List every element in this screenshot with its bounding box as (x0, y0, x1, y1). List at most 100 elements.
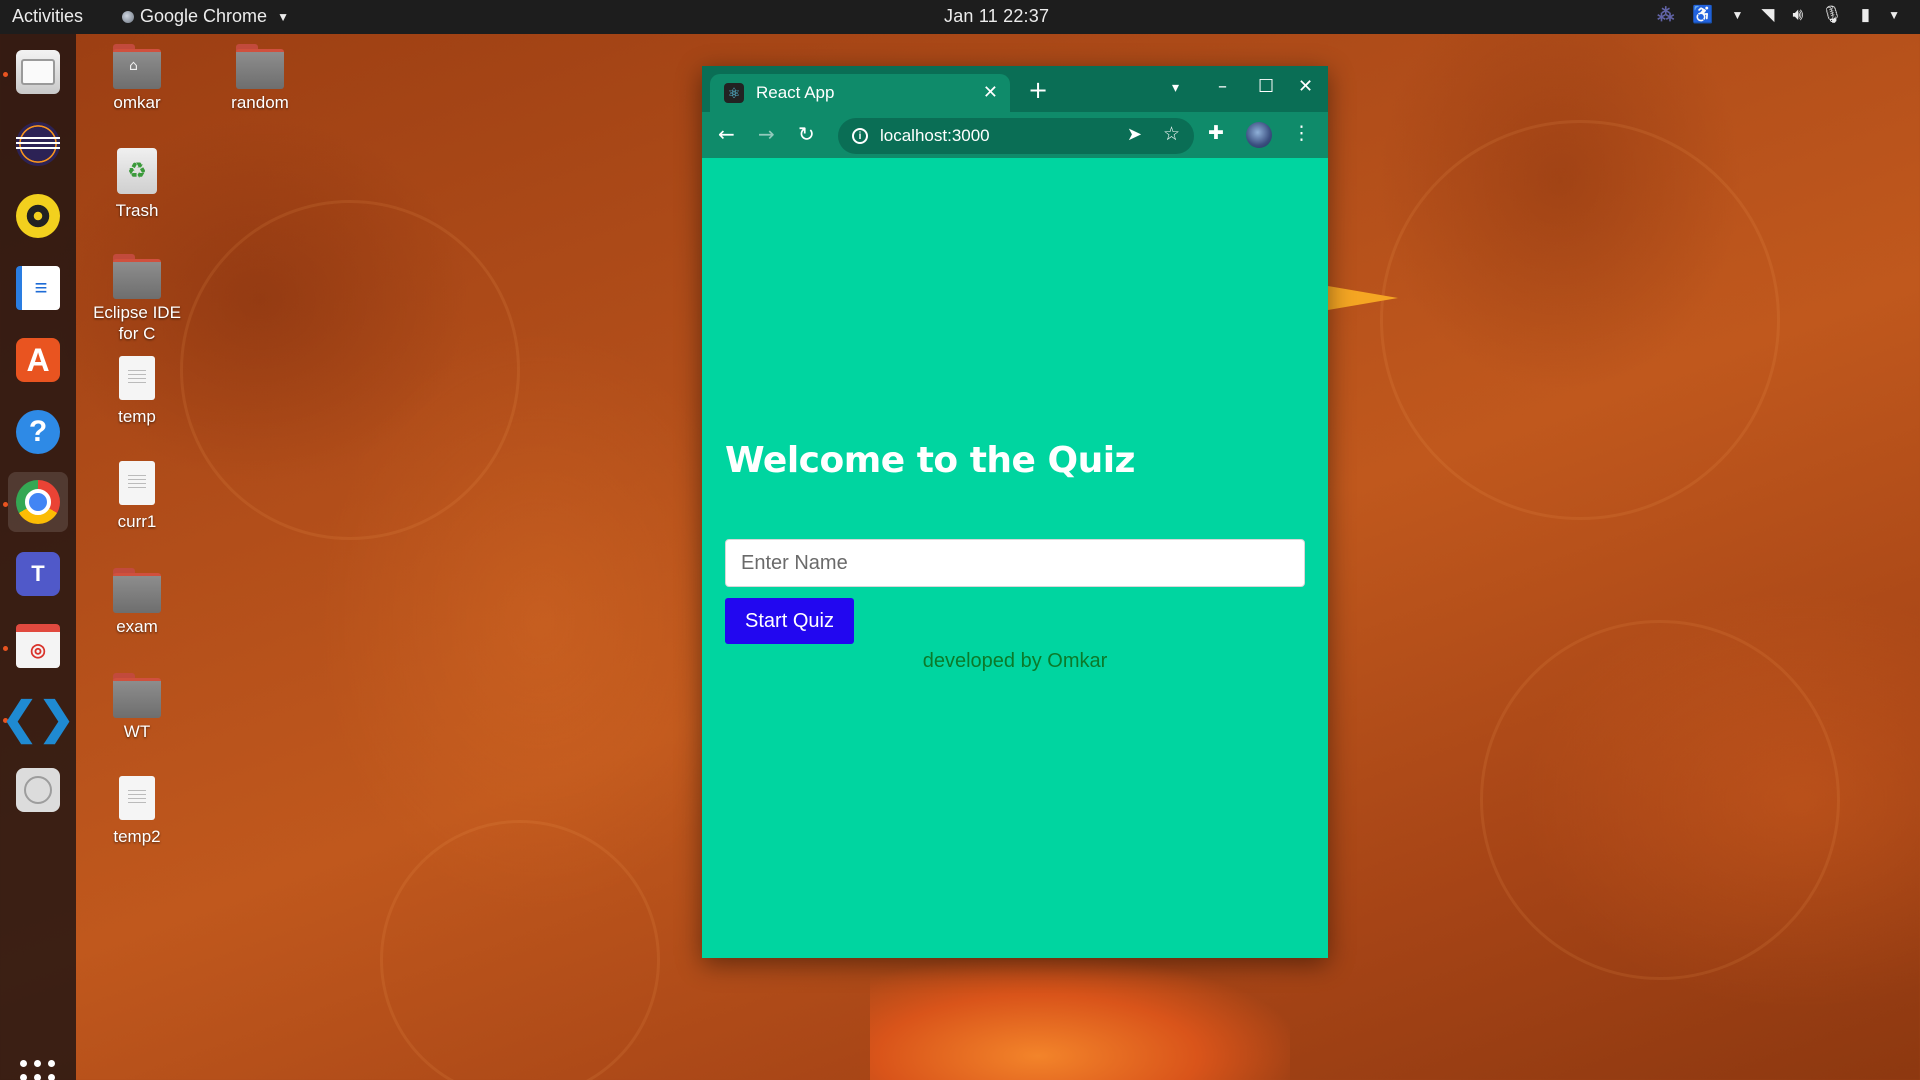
activities-button[interactable]: Activities (12, 6, 83, 27)
text-file-icon (119, 356, 155, 400)
chrome-small-icon (122, 10, 134, 23)
send-to-devices-icon[interactable]: ➤ (1127, 124, 1142, 145)
wallpaper-swirl (1380, 120, 1780, 520)
microphone-icon[interactable]: 🎙︎ (1821, 5, 1843, 25)
chevron-down-icon: ▼ (277, 9, 289, 24)
vscode-icon: ❮❯ (1, 693, 75, 743)
quiz-page: Welcome to the Quiz Start Quiz developed… (702, 158, 1328, 958)
dock-help[interactable]: ? (8, 402, 68, 462)
app-menu[interactable]: Google Chrome ▼ (122, 6, 289, 27)
chrome-window: ⚛ React App ✕ + ▾ – ☐ ✕ ← → ↻ i localhos… (702, 66, 1328, 958)
desktop-icon-random[interactable]: random (205, 44, 315, 113)
close-window-icon[interactable]: ✕ (1298, 76, 1313, 97)
dock-chrome[interactable] (8, 472, 68, 532)
help-icon: ? (16, 410, 60, 454)
chevron-down-icon[interactable]: ▼ (1888, 8, 1900, 22)
document-viewer-icon: ◎ (16, 624, 60, 668)
site-info-icon[interactable]: i (852, 128, 868, 144)
kebab-menu-icon[interactable]: ⋮ (1292, 122, 1311, 144)
desktop-icon-exam[interactable]: exam (82, 568, 192, 637)
dock-teams[interactable]: T (8, 544, 68, 604)
desktop-icon-label: exam (116, 617, 158, 636)
desktop-icon-label: omkar (113, 93, 161, 112)
chrome-icon (16, 480, 60, 524)
desktop-icon-curr1[interactable]: curr1 (82, 461, 192, 532)
app-menu-label: Google Chrome (140, 6, 268, 26)
teams-tray-icon[interactable]: ⁂ (1657, 5, 1674, 25)
close-tab-icon[interactable]: ✕ (983, 82, 998, 103)
software-icon: A (16, 338, 60, 382)
desktop-icon-label: Trash (115, 201, 159, 220)
wallpaper-swirl (380, 820, 660, 1080)
wallpaper-spike (1328, 286, 1398, 310)
trash-icon: ♻ (117, 148, 157, 194)
desktop-icon-label: WT (123, 722, 151, 741)
reload-icon[interactable]: ↻ (798, 122, 815, 146)
address-bar[interactable]: i localhost:3000 ➤ ☆ (838, 118, 1194, 154)
desktop-icon-label: temp2 (113, 827, 161, 846)
desktop-icon-label: random (231, 93, 289, 112)
wallpaper-swirl (180, 200, 520, 540)
text-file-icon (119, 461, 155, 505)
folder-icon (236, 44, 284, 89)
dock-disc[interactable] (8, 760, 68, 820)
folder-icon (113, 673, 161, 718)
tab-react-app[interactable]: ⚛ React App ✕ (710, 74, 1010, 112)
name-input[interactable] (725, 539, 1305, 587)
top-bar: Activities Google Chrome ▼ Jan 11 22:37 … (0, 0, 1920, 34)
desktop-icon-omkar[interactable]: ⌂ omkar (82, 44, 192, 113)
developer-credit: developed by Omkar (922, 650, 1108, 672)
url-text[interactable]: localhost:3000 (880, 126, 990, 146)
folder-icon (113, 254, 161, 299)
disc-icon (16, 768, 60, 812)
text-file-icon (119, 776, 155, 820)
dock-vscode[interactable]: ❮❯ (1, 688, 75, 748)
chevron-down-icon[interactable]: ▼ (1731, 8, 1743, 22)
bookmark-star-icon[interactable]: ☆ (1163, 123, 1180, 146)
maximize-icon[interactable]: ☐ (1258, 76, 1274, 97)
teams-icon: T (16, 552, 60, 596)
dock-writer[interactable]: ≡ (8, 258, 68, 318)
accessibility-icon[interactable]: ♿ (1692, 5, 1713, 25)
clock[interactable]: Jan 11 22:37 (944, 6, 1049, 27)
page-title: Welcome to the Quiz (725, 440, 1136, 481)
system-tray[interactable]: ⁂ ♿ ▼ ◥ 🔊︎ 🎙︎ ▮ ▼ (1657, 5, 1900, 25)
dock-software[interactable]: A (8, 330, 68, 390)
wifi-icon[interactable]: ◥ (1761, 5, 1774, 25)
profile-avatar[interactable] (1246, 122, 1272, 148)
minimize-icon[interactable]: – (1218, 76, 1227, 97)
new-tab-button[interactable]: + (1028, 76, 1048, 104)
dock-rhythmbox[interactable] (8, 186, 68, 246)
extensions-puzzle-icon[interactable]: ✚ (1208, 122, 1224, 144)
battery-icon[interactable]: ▮ (1861, 5, 1870, 25)
desktop-icon-label: temp (118, 407, 156, 426)
eclipse-icon (16, 122, 60, 166)
desktop-icon-temp2[interactable]: temp2 (82, 776, 192, 847)
desktop-icon-eclipse-ide[interactable]: Eclipse IDE for C (82, 254, 192, 344)
wallpaper-swirl (1480, 620, 1840, 980)
desktop-icon-trash[interactable]: ♻ Trash (82, 148, 192, 221)
start-quiz-button[interactable]: Start Quiz (725, 598, 854, 644)
desktop-icon-label: Eclipse IDE for C (93, 303, 181, 343)
dock-files[interactable] (8, 42, 68, 102)
folder-icon (113, 568, 161, 613)
show-applications-icon[interactable] (20, 1060, 56, 1080)
desktop-icon-label: curr1 (117, 512, 157, 531)
wallpaper-mascot (870, 960, 1290, 1080)
dock-eclipse[interactable] (8, 114, 68, 174)
desktop-icon-wt[interactable]: WT (82, 673, 192, 742)
writer-icon: ≡ (16, 266, 60, 310)
files-icon (16, 50, 60, 94)
home-folder-icon: ⌂ (113, 44, 161, 89)
forward-arrow-icon[interactable]: → (758, 122, 775, 146)
volume-icon[interactable]: 🔊︎ (1792, 5, 1803, 25)
back-arrow-icon[interactable]: ← (718, 122, 735, 146)
dock-document-viewer[interactable]: ◎ (8, 616, 68, 676)
rhythmbox-icon (16, 194, 60, 238)
react-icon: ⚛ (724, 83, 744, 103)
tab-strip: ⚛ React App ✕ + ▾ – ☐ ✕ (702, 66, 1328, 112)
desktop-icon-temp[interactable]: temp (82, 356, 192, 427)
browser-toolbar: ← → ↻ i localhost:3000 ➤ ☆ ✚ ⋮ (702, 112, 1328, 158)
dock: ≡ A ? T ◎ ❮❯ (0, 34, 76, 1080)
tab-search-chevron-icon[interactable]: ▾ (1172, 80, 1179, 96)
